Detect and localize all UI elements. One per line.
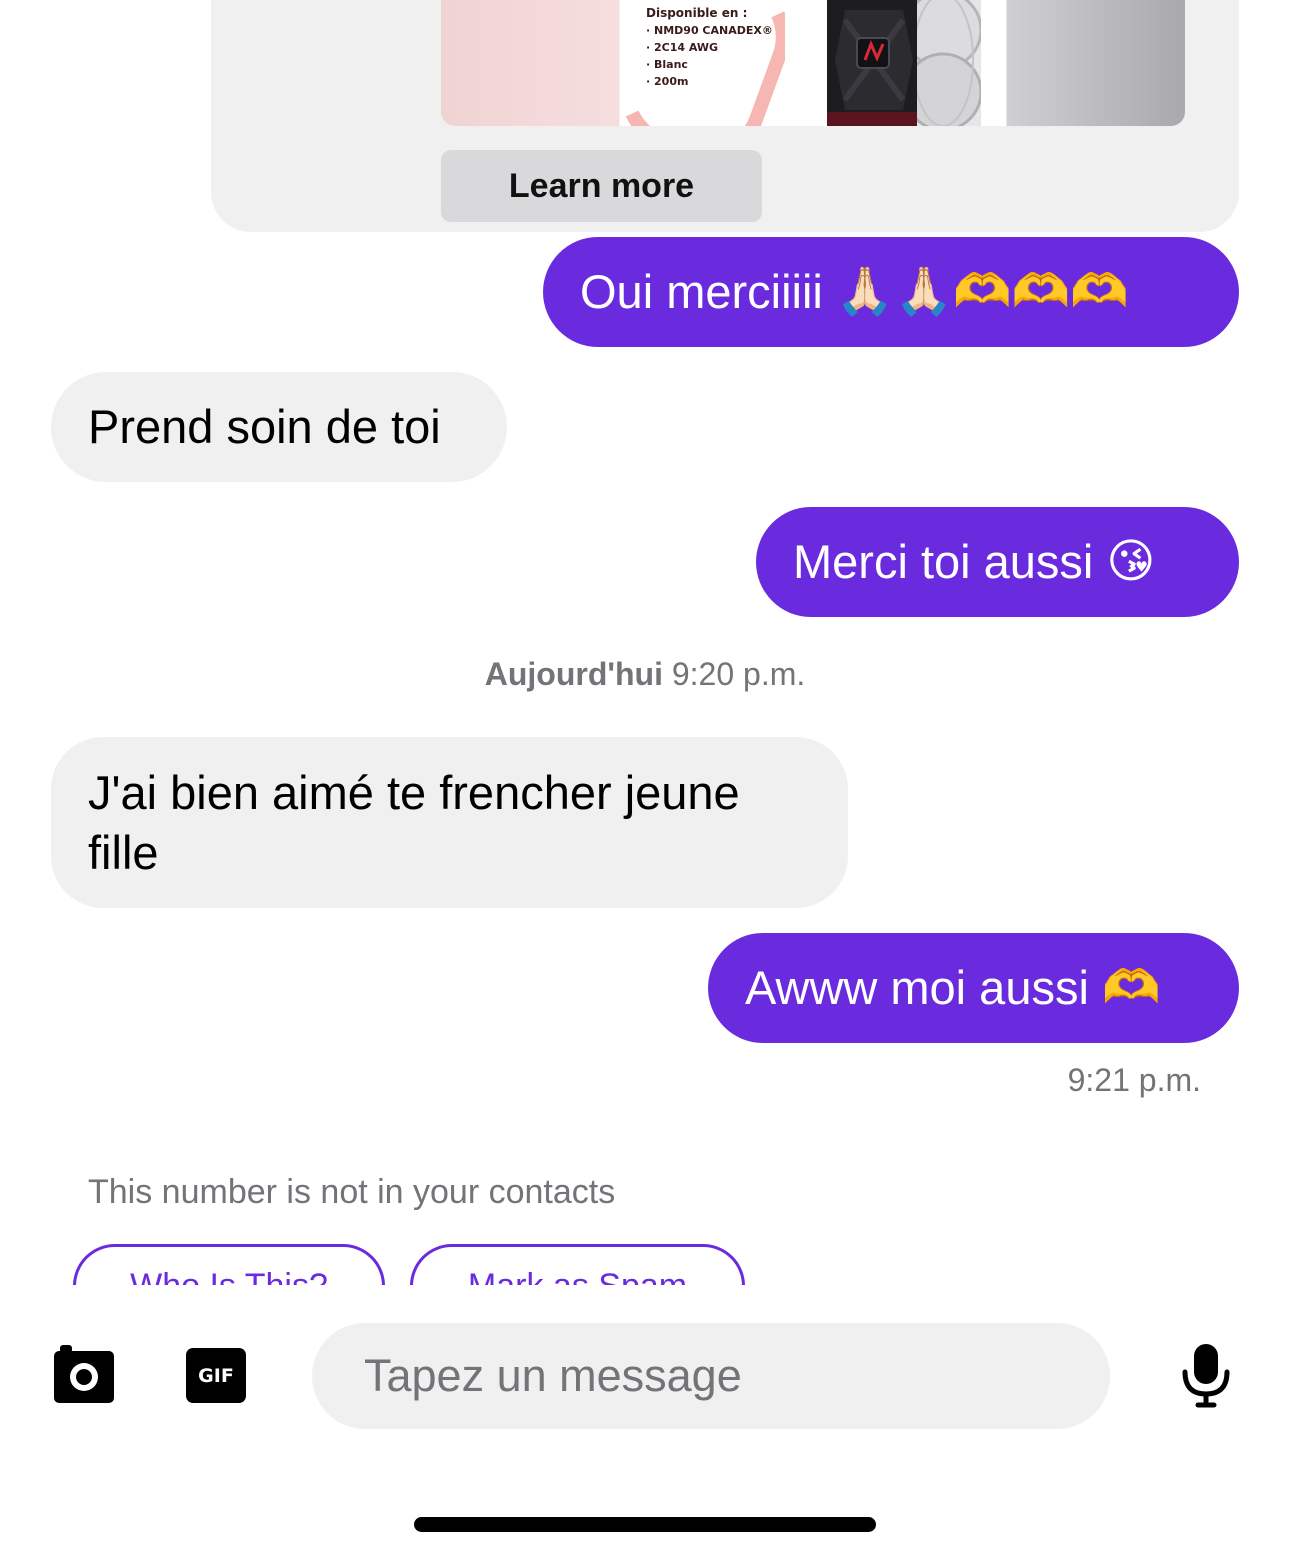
ad-image-line: · Blanc [646, 58, 688, 71]
date-divider-time: 9:20 p.m. [671, 656, 806, 692]
contact-actions: Who Is This? Mark as Spam [0, 1240, 1290, 1285]
microphone-icon[interactable] [1180, 1344, 1232, 1408]
unknown-contact-notice: This number is not in your contacts [88, 1173, 616, 1211]
sent-message-bubble[interactable]: Merci toi aussi 😘 [756, 507, 1239, 617]
received-message-bubble[interactable]: Prend soin de toi [51, 372, 507, 482]
message-emoji: 😘 [1106, 534, 1156, 589]
camera-icon[interactable] [54, 1345, 114, 1405]
message-emoji: 🙏🏻🙏🏻🫶🫶🫶 [835, 264, 1129, 319]
cable-spool-image [785, 0, 981, 126]
ad-image-line: Disponible en : [646, 6, 748, 20]
message-emoji: 🫶 [1101, 960, 1161, 1015]
message-text: Awww moi aussi [745, 961, 1089, 1014]
ad-image-line: · 2C14 AWG [646, 41, 719, 54]
learn-more-button[interactable]: Learn more [441, 150, 762, 222]
ad-image-text: Disponible en : · NMD90 CANADEX® · 2C14 … [646, 5, 773, 90]
received-message-bubble[interactable]: J'ai bien aimé te frencher jeune fille [51, 737, 848, 908]
date-divider: Aujourd'hui 9:20 p.m. [0, 656, 1290, 693]
mark-as-spam-button[interactable]: Mark as Spam [410, 1244, 745, 1285]
ad-image[interactable]: Disponible en : · NMD90 CANADEX® · 2C14 … [441, 0, 1185, 126]
who-is-this-button[interactable]: Who Is This? [73, 1244, 385, 1285]
gif-button[interactable]: GIF [186, 1348, 246, 1403]
date-divider-day: Aujourd'hui [484, 656, 663, 692]
message-text: J'ai bien aimé te frencher jeune fille [88, 765, 740, 879]
ad-image-line: · NMD90 CANADEX® [646, 24, 773, 37]
message-timestamp: 9:21 p.m. [1067, 1062, 1201, 1098]
ad-image-line: · 200m [646, 75, 689, 88]
message-text: Prend soin de toi [88, 400, 441, 453]
home-indicator [414, 1517, 876, 1532]
message-text: Oui merciiiii [580, 265, 823, 318]
message-input[interactable]: Tapez un message [312, 1323, 1110, 1429]
sent-message-bubble[interactable]: Awww moi aussi 🫶 [708, 933, 1239, 1043]
message-text: Merci toi aussi [793, 535, 1094, 588]
sent-message-bubble[interactable]: Oui merciiiii 🙏🏻🙏🏻🫶🫶🫶 [543, 237, 1239, 347]
